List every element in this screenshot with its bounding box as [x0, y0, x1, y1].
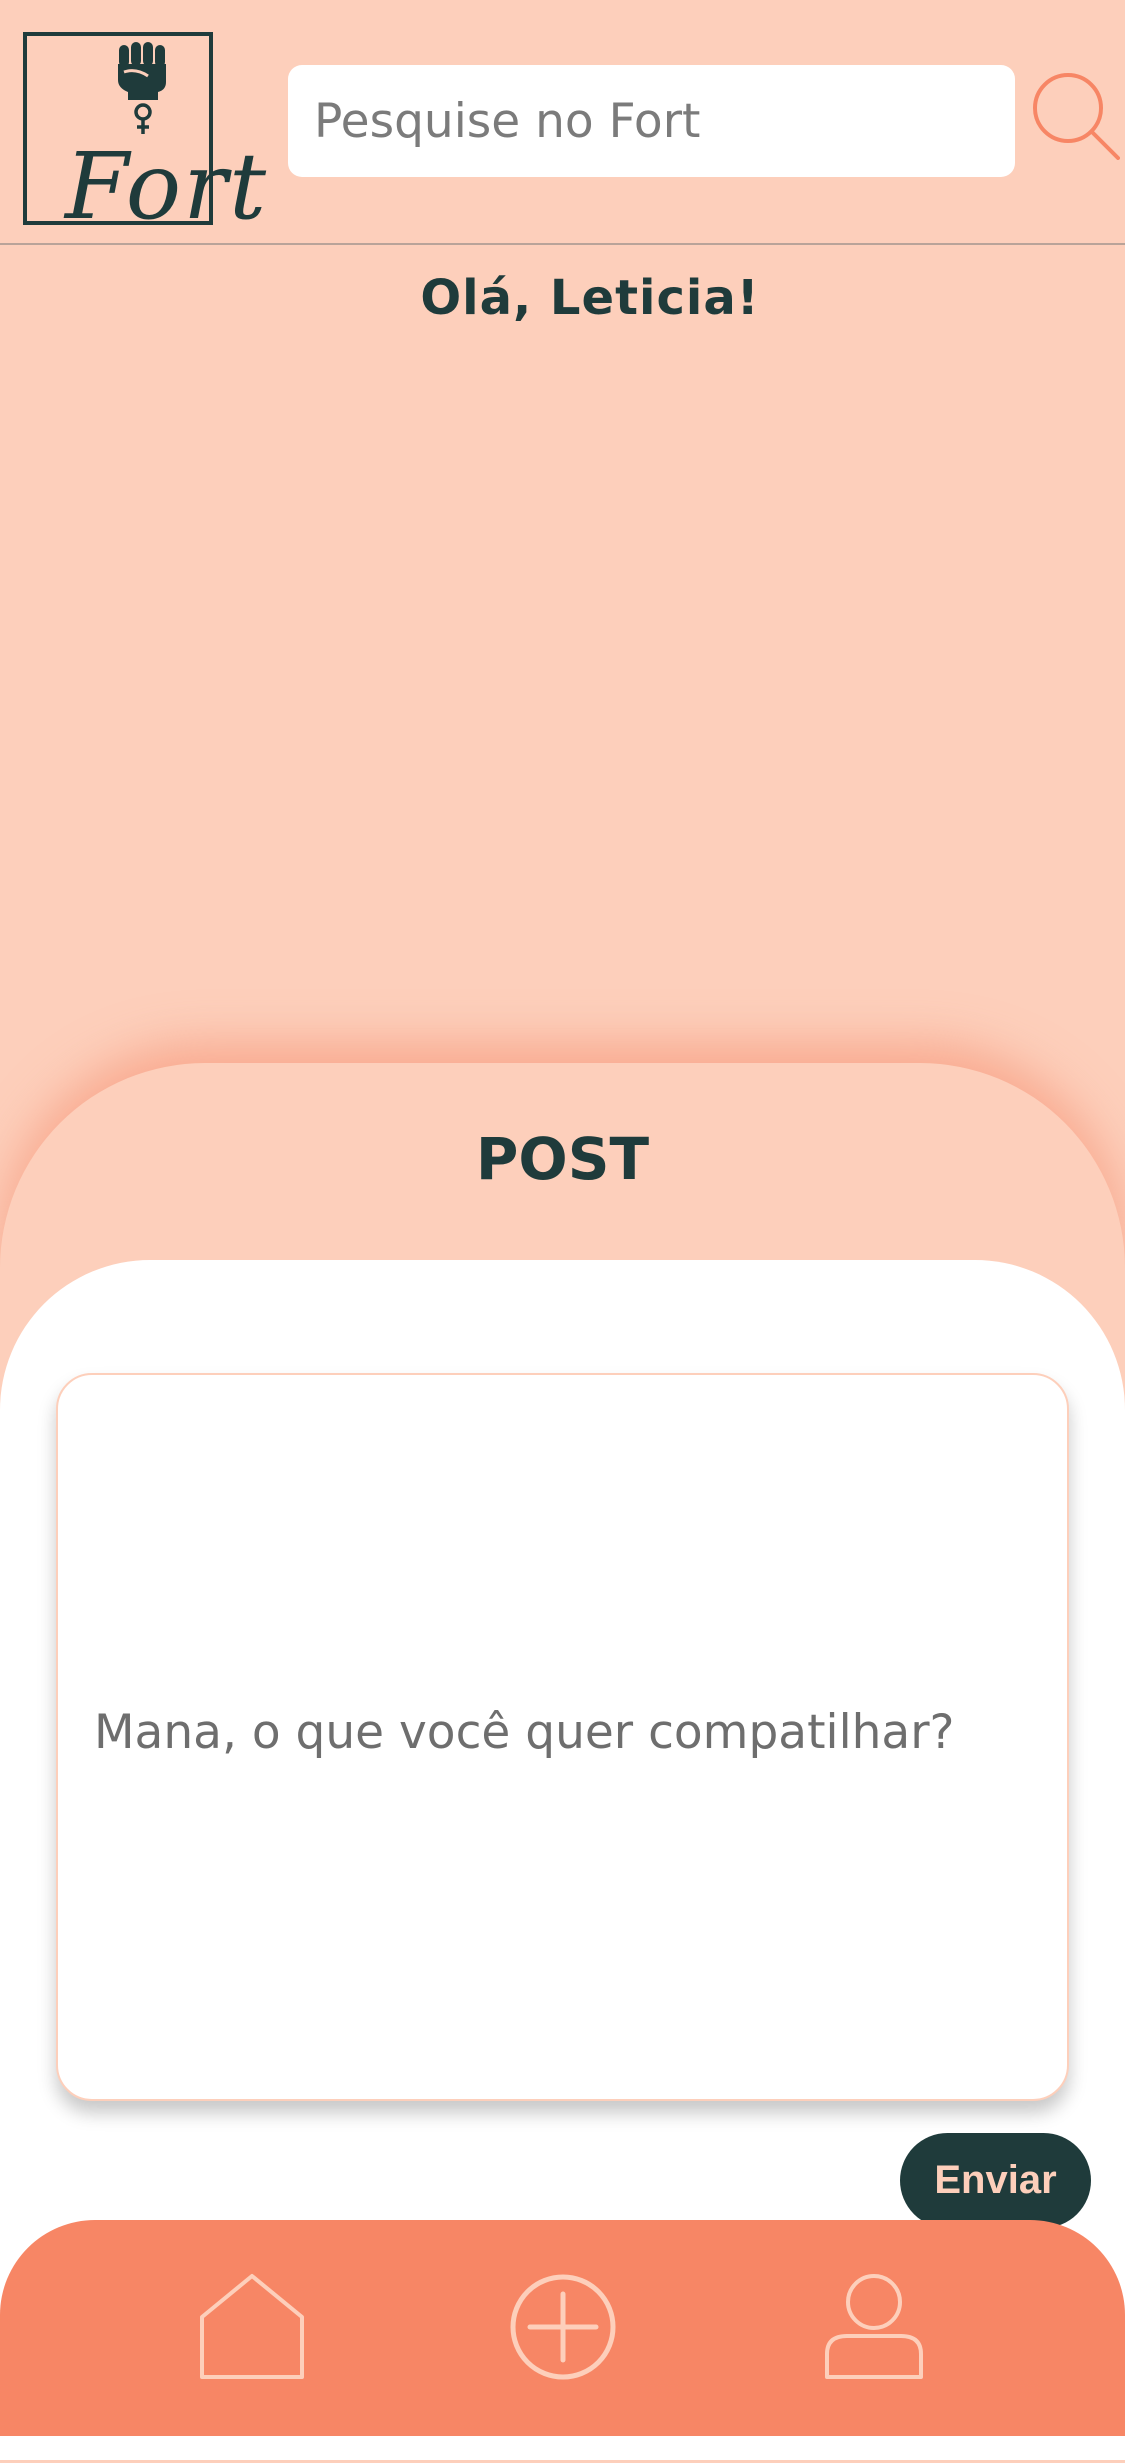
fort-logo[interactable]: Fort — [23, 32, 266, 233]
raised-fist-venus-icon — [118, 42, 166, 134]
logo-wordmark: Fort — [65, 133, 269, 240]
greeting-text: Olá, Leticia! — [420, 270, 760, 326]
search-icon[interactable] — [1032, 72, 1120, 160]
user-icon[interactable] — [819, 2272, 929, 2382]
send-button[interactable]: Enviar — [900, 2133, 1091, 2228]
post-text-field[interactable] — [56, 1373, 1069, 2101]
post-title: POST — [475, 1125, 650, 1193]
home-icon[interactable] — [197, 2272, 307, 2382]
search-input[interactable] — [288, 65, 1015, 177]
app-header: Fort — [0, 0, 1125, 245]
plus-circle-icon[interactable] — [508, 2272, 618, 2382]
